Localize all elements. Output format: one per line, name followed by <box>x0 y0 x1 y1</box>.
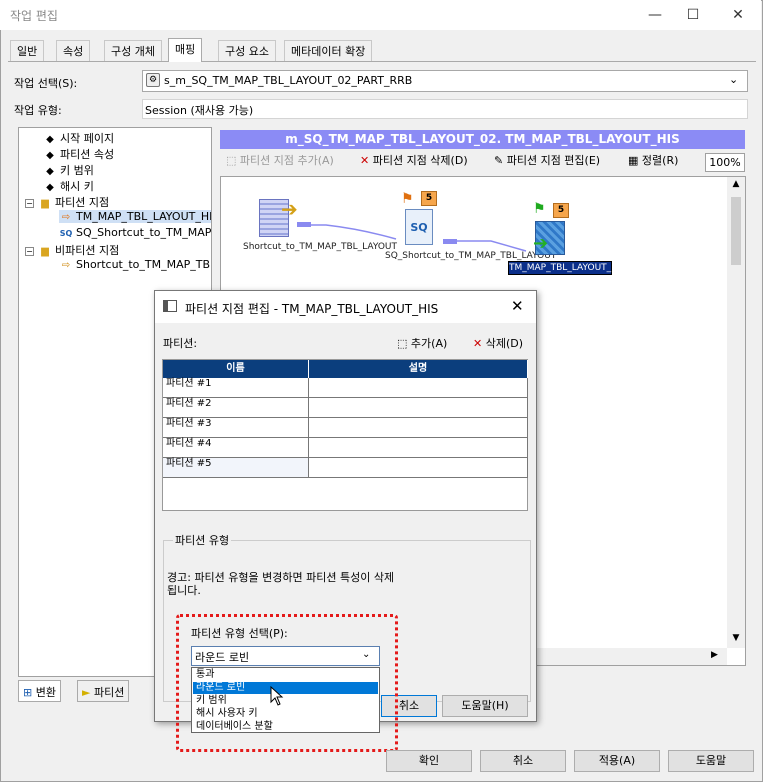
column-header-name[interactable]: 이름 <box>163 360 309 378</box>
folder-icon: ▆ <box>41 198 49 209</box>
node-caption-sq: SQ_Shortcut_to_TM_MAP_TBL_LAYOUT <box>385 251 557 261</box>
folder-icon: ▆ <box>41 246 49 257</box>
dialog-close-icon[interactable]: ✕ <box>511 297 524 315</box>
partition-row-desc[interactable] <box>309 458 528 478</box>
tree-item-target-his[interactable]: ⇨ TM_MAP_TBL_LAYOUT_HIS <box>59 210 211 223</box>
add-icon: ⬚ <box>226 154 237 167</box>
edit-partition-point-button[interactable]: ✎ 파티션 지점 편집(E) <box>494 152 600 172</box>
mapping-header: m_SQ_TM_MAP_TBL_LAYOUT_02. TM_MAP_TBL_LA… <box>220 130 745 149</box>
chevron-down-icon[interactable]: ⌄ <box>729 73 738 86</box>
scroll-right-icon[interactable]: ▶ <box>711 650 718 660</box>
apply-button[interactable]: 적용(A) <box>574 750 660 772</box>
tree-item-source-shortcut[interactable]: ⇨ Shortcut_to_TM_MAP_TBL_ <box>59 258 211 271</box>
add-partition-point-button[interactable]: ⬚ 파티션 지점 추가(A) <box>226 152 334 172</box>
flag-icon: ⚑ <box>533 201 546 217</box>
tree-item-key-range[interactable]: ◆ 키 범위 <box>43 162 94 178</box>
tree-item-hash-key[interactable]: ◆ 해시 키 <box>43 178 94 194</box>
warning-text-line1: 경고: 파티션 유형을 변경하면 파티션 특성이 삭제 <box>167 571 395 584</box>
delete-partition-point-button[interactable]: ✕ 파티션 지점 삭제(D) <box>360 152 468 172</box>
zoom-level[interactable]: 100% <box>705 153 745 172</box>
delete-icon: ✕ <box>473 337 483 350</box>
partition-row-desc[interactable] <box>309 438 528 458</box>
delete-partition-button[interactable]: ✕ 삭제(D) <box>473 335 523 351</box>
collapse-icon[interactable]: − <box>25 246 34 256</box>
tab-divider <box>8 61 756 62</box>
partition-count-badge: 5 <box>553 203 569 218</box>
diamond-icon: ◆ <box>46 150 54 161</box>
partition-row-name[interactable]: 파티션 #1 <box>163 378 309 398</box>
bottom-tab-partition[interactable]: ► 파티션 <box>77 680 130 702</box>
dialog-app-icon <box>163 300 177 312</box>
close-icon[interactable]: ✕ <box>723 4 753 26</box>
add-icon: ⬚ <box>397 337 408 350</box>
cancel-button[interactable]: 취소 <box>480 750 566 772</box>
collapse-icon[interactable]: − <box>25 198 34 208</box>
arrange-icon: ▦ <box>628 154 639 167</box>
tab-config-object[interactable]: 구성 개체 <box>104 40 162 61</box>
partition-count-badge: 5 <box>421 191 437 206</box>
node-caption-target[interactable]: TM_MAP_TBL_LAYOUT_HIS <box>508 261 626 275</box>
scroll-down-icon[interactable]: ▼ <box>728 633 744 643</box>
tab-general[interactable]: 일반 <box>10 40 45 61</box>
ok-button[interactable]: 확인 <box>386 750 472 772</box>
dialog-title-bar: 파티션 지점 편집 - TM_MAP_TBL_LAYOUT_HIS ✕ <box>155 291 536 323</box>
partition-arrow-icon: ► <box>82 686 91 699</box>
shortcut-arrow-icon: ➔ <box>281 197 298 221</box>
minimize-icon[interactable]: — <box>640 4 670 26</box>
add-partition-button[interactable]: ⬚ 추가(A) <box>397 335 447 351</box>
warning-text-line2: 됩니다. <box>167 584 201 597</box>
window-title: 작업 편집 <box>10 9 58 23</box>
diamond-icon: ◆ <box>46 134 54 145</box>
session-icon: ⚙ <box>146 73 160 87</box>
tab-components[interactable]: 구성 요소 <box>218 40 276 61</box>
tab-metadata-ext[interactable]: 메타데이터 확장 <box>284 40 373 61</box>
scroll-up-icon[interactable]: ▲ <box>728 179 744 189</box>
scrollbar-thumb[interactable] <box>731 197 741 265</box>
tree-item-partition-props[interactable]: ◆ 파티션 속성 <box>43 146 114 162</box>
node-caption-source: Shortcut_to_TM_MAP_TBL_LAYOUT <box>243 242 398 252</box>
tree-item-non-partition-points[interactable]: − ▆ 비파티션 지점 <box>25 242 119 258</box>
maximize-icon[interactable]: ☐ <box>678 4 708 26</box>
task-select-combo[interactable]: ⚙ s_m_SQ_TM_MAP_TBL_LAYOUT_02_PART_RRB ⌄ <box>142 70 748 92</box>
sq-icon: SQ <box>59 229 73 238</box>
tab-properties[interactable]: 속성 <box>56 40 91 61</box>
partition-row-desc[interactable] <box>309 398 528 418</box>
partition-row-name[interactable]: 파티션 #4 <box>163 438 309 458</box>
source-qualifier-icon[interactable]: SQ <box>405 209 433 245</box>
partition-row-desc[interactable] <box>309 418 528 438</box>
partition-row-name[interactable]: 파티션 #2 <box>163 398 309 418</box>
tree-item-partition-points[interactable]: − ▆ 파티션 지점 <box>25 194 109 210</box>
partition-row-name[interactable]: 파티션 #3 <box>163 418 309 438</box>
delete-icon: ✕ <box>360 154 370 167</box>
diamond-icon: ◆ <box>46 182 54 193</box>
partitions-label: 파티션: <box>163 337 198 350</box>
flag-icon: ⚑ <box>401 191 414 207</box>
partition-row-desc[interactable] <box>309 378 528 398</box>
bottom-tab-transform[interactable]: ⊞ 변환 <box>18 680 61 702</box>
highlight-annotation <box>176 614 398 752</box>
source-icon: ⇨ <box>61 260 71 271</box>
title-bar: 작업 편집 — ☐ ✕ <box>0 0 761 30</box>
target-icon: ⇨ <box>61 212 71 223</box>
partition-type-group-title: 파티션 유형 <box>173 532 232 548</box>
task-select-label: 작업 선택(S): <box>14 77 78 90</box>
task-type-label: 작업 유형: <box>14 104 62 117</box>
partition-row-name[interactable]: 파티션 #5 <box>163 458 309 478</box>
target-arrow-icon: ➔ <box>533 233 549 254</box>
arrange-button[interactable]: ▦ 정렬(R) <box>628 152 678 172</box>
tab-mapping[interactable]: 매핑 <box>168 38 203 62</box>
transform-icon: ⊞ <box>23 686 33 699</box>
pencil-icon: ✎ <box>494 154 504 167</box>
task-type-value: Session (재사용 가능) <box>142 99 748 119</box>
dialog-help-button[interactable]: 도움말(H) <box>442 695 528 717</box>
diamond-icon: ◆ <box>46 166 54 177</box>
tree-item-start-page[interactable]: ◆ 시작 페이지 <box>43 130 114 146</box>
vertical-scrollbar[interactable]: ▲ ▼ <box>727 177 745 648</box>
partition-grid: 이름 설명 파티션 #1 파티션 #2 파티션 #3 파티션 #4 파티션 #5 <box>162 359 528 511</box>
dialog-title: 파티션 지점 편집 - TM_MAP_TBL_LAYOUT_HIS <box>185 302 439 316</box>
column-header-description[interactable]: 설명 <box>309 360 528 378</box>
tree-item-sq-shortcut[interactable]: SQ SQ_Shortcut_to_TM_MAP_ <box>59 226 211 239</box>
help-button[interactable]: 도움말 <box>668 750 754 772</box>
task-select-value: s_m_SQ_TM_MAP_TBL_LAYOUT_02_PART_RRB <box>164 74 413 87</box>
